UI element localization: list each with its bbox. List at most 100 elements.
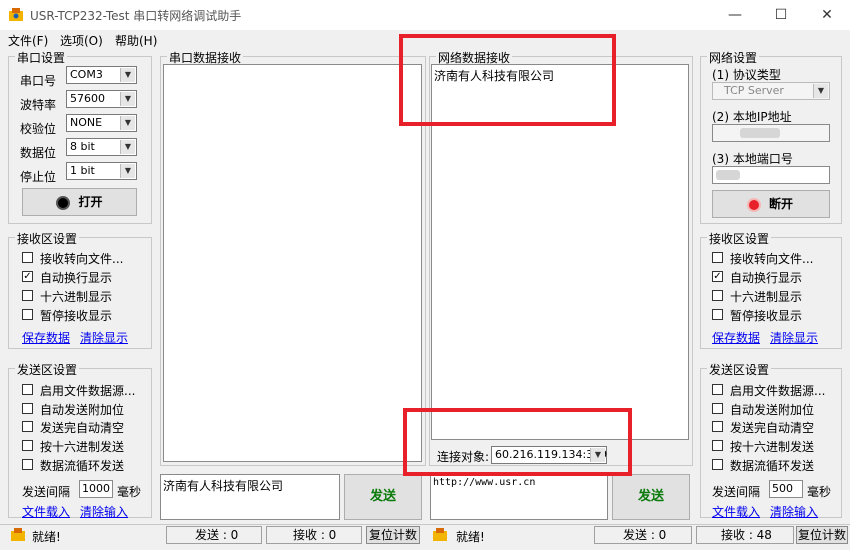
- net-receive-area[interactable]: 济南有人科技有限公司: [431, 64, 689, 440]
- menu-help[interactable]: 帮助(H): [115, 32, 157, 49]
- minimize-button[interactable]: —: [712, 0, 758, 30]
- right-file-source-checkbox[interactable]: [712, 384, 723, 395]
- databits-label: 数据位: [20, 146, 57, 160]
- right-recv-file-label: 接收转向文件...: [730, 252, 814, 266]
- local-ip-label: (2) 本地IP地址: [712, 110, 792, 124]
- right-pause-label: 暂停接收显示: [730, 309, 803, 323]
- right-loop-send-checkbox[interactable]: [712, 459, 723, 470]
- left-send-title: 发送区设置: [15, 361, 80, 378]
- right-interval-unit: 毫秒: [807, 485, 832, 499]
- chevron-down-icon[interactable]: ▼: [120, 164, 135, 178]
- chevron-down-icon[interactable]: ▼: [120, 140, 135, 154]
- stopbits-select[interactable]: 1 bit ▼: [66, 162, 137, 180]
- baud-select[interactable]: 57600 ▼: [66, 90, 137, 108]
- status-left-reset-button[interactable]: 复位计数: [366, 526, 420, 544]
- left-append-bit-checkbox[interactable]: [22, 403, 33, 414]
- status-left-icon: [11, 528, 25, 541]
- maximize-button[interactable]: ☐: [758, 0, 804, 30]
- right-interval-label: 发送间隔: [712, 485, 761, 499]
- chevron-down-icon[interactable]: ▼: [120, 68, 135, 82]
- left-save-data-link[interactable]: 保存数据: [22, 329, 70, 346]
- chevron-down-icon[interactable]: ▼: [120, 92, 135, 106]
- chevron-down-icon[interactable]: ▼: [590, 448, 605, 462]
- right-recv-file-checkbox[interactable]: [712, 252, 723, 263]
- right-autowrap-checkbox[interactable]: ✓: [712, 271, 723, 282]
- left-interval-label: 发送间隔: [22, 485, 71, 499]
- status-right-recv-count: 接收 : 48: [696, 526, 794, 544]
- right-file-source-label: 启用文件数据源...: [730, 384, 826, 398]
- left-hex-send-label: 按十六进制发送: [40, 440, 125, 454]
- left-file-load-link[interactable]: 文件载入: [22, 503, 70, 520]
- connection-status-icon: [748, 199, 759, 210]
- right-hex-send-label: 按十六进制发送: [730, 440, 815, 454]
- net-send-input[interactable]: http://www.usr.cn: [430, 474, 608, 520]
- right-file-load-link[interactable]: 文件载入: [712, 503, 760, 520]
- left-recv-file-checkbox[interactable]: [22, 252, 33, 263]
- serial-send-input[interactable]: 济南有人科技有限公司: [160, 474, 340, 520]
- left-pause-label: 暂停接收显示: [40, 309, 113, 323]
- left-receive-title: 接收区设置: [15, 230, 80, 247]
- menu-file[interactable]: 文件(F): [8, 32, 48, 49]
- redacted-ip: [740, 128, 780, 138]
- status-right-reset-button[interactable]: 复位计数: [796, 526, 848, 544]
- open-port-label: 打开: [78, 195, 103, 209]
- chevron-down-icon[interactable]: ▼: [813, 84, 828, 98]
- title-bar: USR-TCP232-Test 串口转网络调试助手 — ☐ ✕: [0, 0, 850, 30]
- port-status-icon: [56, 195, 71, 210]
- right-autowrap-label: 自动换行显示: [730, 271, 803, 285]
- databits-select[interactable]: 8 bit ▼: [66, 138, 137, 156]
- left-file-source-checkbox[interactable]: [22, 384, 33, 395]
- close-button[interactable]: ✕: [804, 0, 850, 30]
- right-interval-input[interactable]: 500: [769, 480, 803, 498]
- net-settings-title: 网络设置: [707, 49, 760, 66]
- disconnect-label: 断开: [768, 197, 793, 211]
- protocol-label: (1) 协议类型: [712, 68, 781, 82]
- connect-target-select[interactable]: 60.216.119.134:389 ▼: [491, 446, 607, 464]
- port-select[interactable]: COM3 ▼: [66, 66, 137, 84]
- right-hex-send-checkbox[interactable]: [712, 440, 723, 451]
- right-hex-display-checkbox[interactable]: [712, 290, 723, 301]
- right-pause-checkbox[interactable]: [712, 309, 723, 320]
- left-loop-send-checkbox[interactable]: [22, 459, 33, 470]
- open-port-button[interactable]: 打开: [22, 188, 137, 216]
- status-left-recv-count: 接收 : 0: [266, 526, 362, 544]
- status-right-send-count: 发送 : 0: [594, 526, 692, 544]
- menu-bar: 文件(F) 选项(O) 帮助(H): [0, 30, 850, 48]
- status-left-ready: 就绪!: [32, 530, 61, 544]
- menu-options[interactable]: 选项(O): [60, 32, 103, 49]
- right-clear-display-link[interactable]: 清除显示: [770, 329, 818, 346]
- baud-value: 57600: [70, 92, 105, 105]
- serial-settings-title: 串口设置: [15, 49, 68, 66]
- local-port-label: (3) 本地端口号: [712, 152, 793, 166]
- right-save-data-link[interactable]: 保存数据: [712, 329, 760, 346]
- left-auto-clear-checkbox[interactable]: [22, 421, 33, 432]
- right-append-bit-label: 自动发送附加位: [730, 403, 815, 417]
- left-clear-input-link[interactable]: 清除输入: [80, 503, 128, 520]
- disconnect-button[interactable]: 断开: [712, 190, 830, 218]
- net-send-button[interactable]: 发送: [612, 474, 690, 520]
- redacted-port: [716, 170, 740, 180]
- left-recv-file-label: 接收转向文件...: [40, 252, 124, 266]
- left-pause-checkbox[interactable]: [22, 309, 33, 320]
- left-file-source-label: 启用文件数据源...: [40, 384, 136, 398]
- right-append-bit-checkbox[interactable]: [712, 403, 723, 414]
- window-title: USR-TCP232-Test 串口转网络调试助手: [30, 9, 242, 23]
- serial-receive-area[interactable]: [163, 64, 422, 462]
- chevron-down-icon[interactable]: ▼: [120, 116, 135, 130]
- left-hex-send-checkbox[interactable]: [22, 440, 33, 451]
- stopbits-label: 停止位: [20, 170, 57, 184]
- right-auto-clear-checkbox[interactable]: [712, 421, 723, 432]
- protocol-value: TCP Server: [724, 84, 784, 97]
- right-send-title: 发送区设置: [707, 361, 772, 378]
- parity-select[interactable]: NONE ▼: [66, 114, 137, 132]
- left-clear-display-link[interactable]: 清除显示: [80, 329, 128, 346]
- left-autowrap-checkbox[interactable]: ✓: [22, 271, 33, 282]
- left-loop-send-label: 数据流循环发送: [40, 459, 125, 473]
- protocol-select[interactable]: TCP Server ▼: [712, 82, 830, 100]
- left-hex-display-checkbox[interactable]: [22, 290, 33, 301]
- right-clear-input-link[interactable]: 清除输入: [770, 503, 818, 520]
- left-interval-input[interactable]: 1000: [79, 480, 113, 498]
- baud-label: 波特率: [20, 98, 57, 112]
- status-right-ready: 就绪!: [456, 530, 485, 544]
- serial-send-button[interactable]: 发送: [344, 474, 422, 520]
